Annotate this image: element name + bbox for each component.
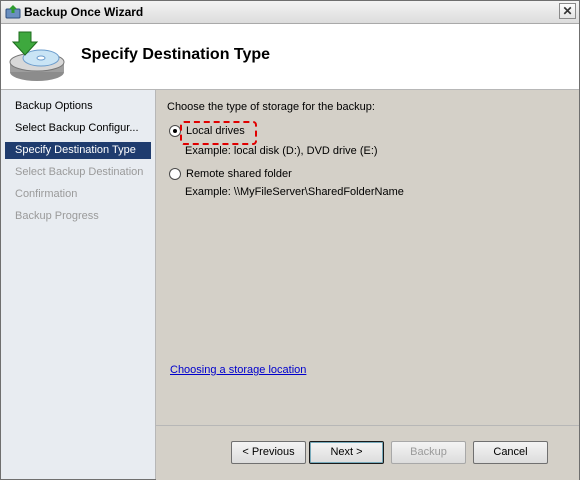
step-backup-options[interactable]: Backup Options [5,98,151,115]
previous-button[interactable]: < Previous [231,441,306,464]
backup-app-icon [5,5,21,19]
backup-button: Backup [391,441,466,464]
storage-type-prompt: Choose the type of storage for the backu… [167,101,375,113]
remote-shared-folder-label[interactable]: Remote shared folder [186,168,292,180]
step-backup-progress: Backup Progress [15,210,99,222]
backup-disc-icon [9,31,65,81]
highlight-box [180,121,257,145]
step-confirmation: Confirmation [15,188,78,200]
steps-sidebar: Backup Options Select Backup Configur...… [1,90,156,479]
button-bar: < Previous Next > Backup Cancel [156,425,579,480]
page-title: Specify Destination Type [81,46,271,63]
storage-location-help-link[interactable]: Choosing a storage location [170,364,306,376]
local-drives-example: Example: local disk (D:), DVD drive (E:) [185,145,378,157]
cancel-button[interactable]: Cancel [473,441,548,464]
step-select-backup-configuration[interactable]: Select Backup Configur... [5,120,151,137]
wizard-header: Specify Destination Type [1,24,579,90]
title-bar: Backup Once Wizard ✕ [1,1,579,24]
close-icon: ✕ [562,4,573,18]
main-content: Choose the type of storage for the backu… [156,90,579,425]
wizard-window: Backup Once Wizard ✕ Specify Destination… [0,0,580,480]
next-button[interactable]: Next > [309,441,384,464]
window-title: Backup Once Wizard [24,5,144,19]
step-select-backup-destination: Select Backup Destination [15,166,144,178]
step-specify-destination-type[interactable]: Specify Destination Type [5,142,151,159]
remote-shared-folder-radio[interactable] [169,168,181,180]
close-button[interactable]: ✕ [559,3,576,19]
remote-shared-folder-example: Example: \\MyFileServer\SharedFolderName [185,186,404,198]
